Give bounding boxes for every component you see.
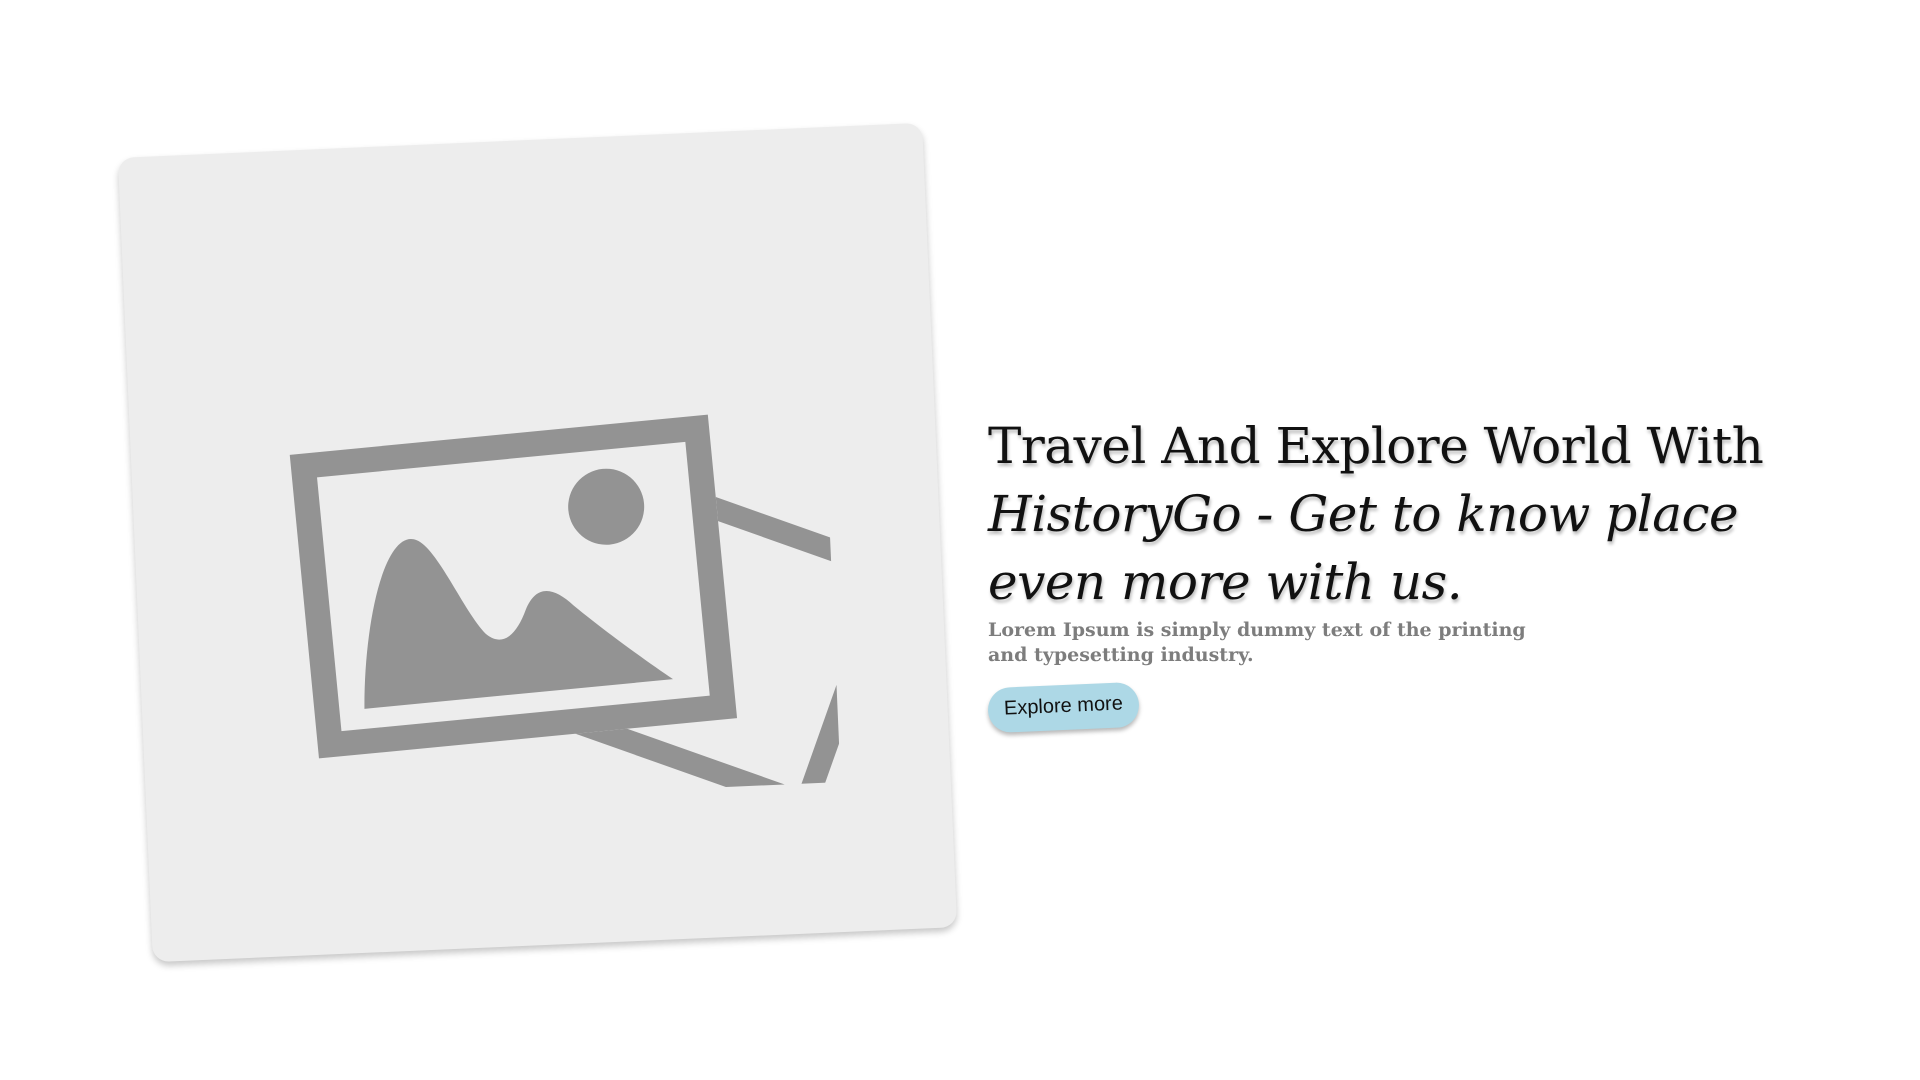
page: Travel And Explore World With HistoryGo -… (0, 0, 1920, 1080)
image-card (117, 122, 958, 963)
hero-section: Travel And Explore World With HistoryGo -… (987, 412, 1768, 734)
hero-title: Travel And Explore World With HistoryGo -… (988, 412, 1768, 616)
hero-title-accent: HistoryGo - Get to know place even more … (988, 485, 1739, 611)
image-placeholder-icon (289, 414, 841, 806)
hero-subtitle: Lorem Ipsum is simply dummy text of the … (988, 619, 1526, 666)
hero-title-line: Travel And Explore World With (988, 417, 1764, 475)
explore-more-button[interactable]: Explore more (987, 681, 1140, 734)
